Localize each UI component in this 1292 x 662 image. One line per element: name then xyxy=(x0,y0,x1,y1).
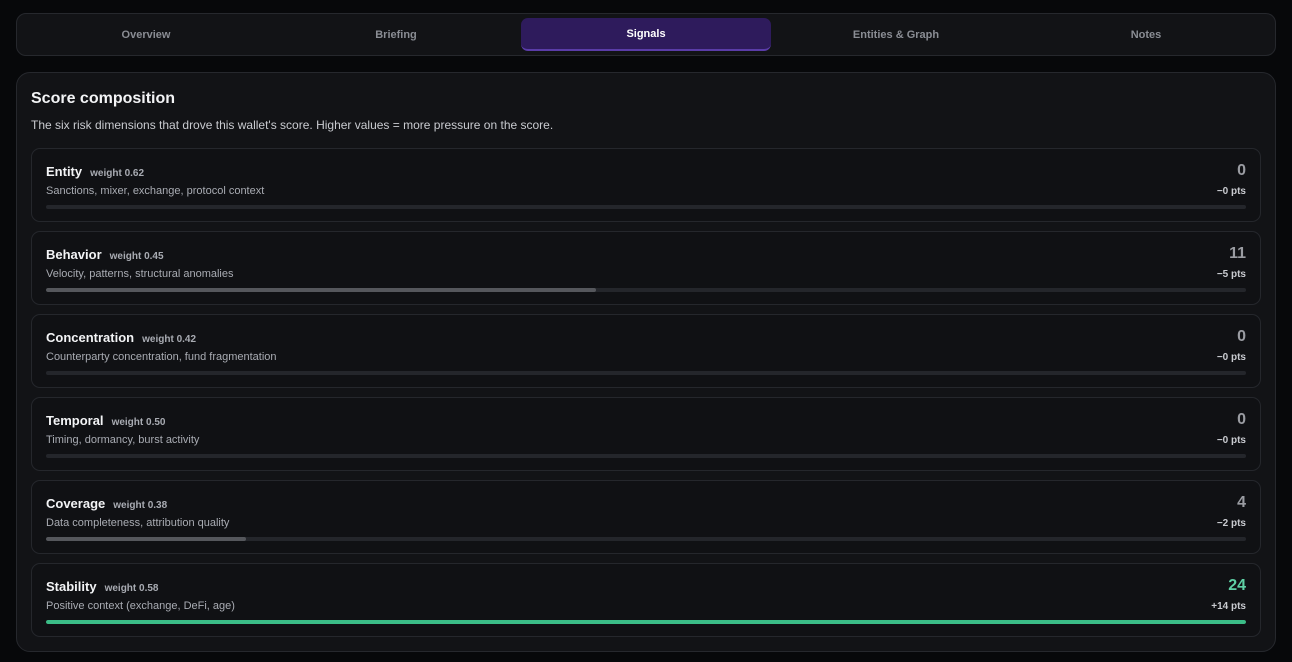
dimension-score: 11 xyxy=(1229,245,1246,262)
dimension-description: Counterparty concentration, fund fragmen… xyxy=(46,351,277,363)
dimension-description: Velocity, patterns, structural anomalies xyxy=(46,268,234,280)
dimension-score: 24 xyxy=(1228,577,1246,594)
dimension-coverage: Coverage weight 0.38 Data completeness, a… xyxy=(31,480,1261,554)
dimension-temporal: Temporal weight 0.50 Timing, dormancy, bu… xyxy=(31,397,1261,471)
dimension-description: Data completeness, attribution quality xyxy=(46,517,230,529)
dimension-points: −0 pts xyxy=(1216,352,1246,363)
dimension-points: −5 pts xyxy=(1216,269,1246,280)
dimension-points: +14 pts xyxy=(1211,601,1246,612)
dimension-weight: weight 0.45 xyxy=(109,251,164,262)
dimension-entity: Entity weight 0.62 Sanctions, mixer, exch… xyxy=(31,148,1261,222)
dimension-progress-fill xyxy=(46,537,247,541)
dimension-progress-track xyxy=(46,454,1246,458)
tab-briefing[interactable]: Briefing xyxy=(271,18,521,51)
dimension-points: −0 pts xyxy=(1216,435,1246,446)
dimension-weight: weight 0.42 xyxy=(142,334,197,345)
dimension-score: 0 xyxy=(1237,162,1246,179)
dimension-description: Sanctions, mixer, exchange, protocol con… xyxy=(46,185,265,197)
dimension-name: Temporal weight 0.50 xyxy=(46,413,166,428)
dimension-name: Entity weight 0.62 xyxy=(46,164,145,179)
panel-title: Score composition xyxy=(31,90,176,107)
dimension-progress-track xyxy=(46,371,1246,375)
dimension-list: Entity weight 0.62 Sanctions, mixer, exch… xyxy=(31,148,1261,646)
tab-bar: Overview Briefing Signals Entities & Gra… xyxy=(16,13,1276,56)
tab-notes[interactable]: Notes xyxy=(1021,18,1271,51)
dimension-progress-track xyxy=(46,205,1246,209)
dimension-score: 0 xyxy=(1237,411,1246,428)
dimension-name: Stability weight 0.58 xyxy=(46,579,159,594)
dimension-description: Positive context (exchange, DeFi, age) xyxy=(46,600,235,612)
tab-signals[interactable]: Signals xyxy=(521,18,771,51)
dimension-description: Timing, dormancy, burst activity xyxy=(46,434,200,446)
dimension-progress-fill xyxy=(46,620,1246,624)
dimension-stability: Stability weight 0.58 Positive context (e… xyxy=(31,563,1261,637)
dimension-progress-track xyxy=(46,537,1246,541)
dimension-concentration: Concentration weight 0.42 Counterparty co… xyxy=(31,314,1261,388)
dimension-weight: weight 0.50 xyxy=(111,417,166,428)
dimension-progress-track xyxy=(46,288,1246,292)
dimension-weight: weight 0.62 xyxy=(90,168,145,179)
tab-entities-graph[interactable]: Entities & Graph xyxy=(771,18,1021,51)
score-composition-panel: Score composition The six risk dimension… xyxy=(16,72,1276,652)
dimension-name: Concentration weight 0.42 xyxy=(46,330,197,345)
dimension-progress-track xyxy=(46,620,1246,624)
dimension-behavior: Behavior weight 0.45 Velocity, patterns, … xyxy=(31,231,1261,305)
panel-description: The six risk dimensions that drove this … xyxy=(31,118,554,132)
tab-overview[interactable]: Overview xyxy=(21,18,271,51)
dimension-score: 0 xyxy=(1237,328,1246,345)
dimension-name: Coverage weight 0.38 xyxy=(46,496,168,511)
dimension-progress-fill xyxy=(46,288,596,292)
dimension-points: −0 pts xyxy=(1216,186,1246,197)
dimension-weight: weight 0.58 xyxy=(104,583,159,594)
dimension-name: Behavior weight 0.45 xyxy=(46,247,164,262)
dimension-points: −2 pts xyxy=(1216,518,1246,529)
dimension-score: 4 xyxy=(1237,494,1246,511)
dimension-weight: weight 0.38 xyxy=(113,500,168,511)
